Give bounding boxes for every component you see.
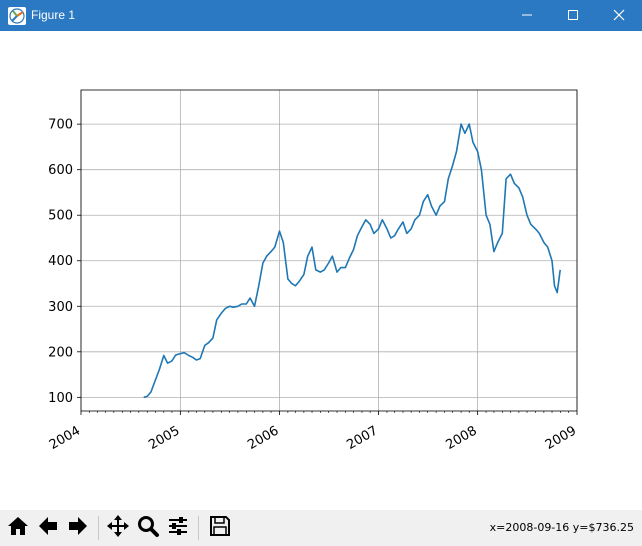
back-button[interactable]: [34, 514, 62, 542]
close-button[interactable]: [596, 0, 642, 31]
home-icon: [6, 514, 30, 542]
maximize-button[interactable]: [550, 0, 596, 31]
y-tick-label: 300: [48, 300, 73, 315]
line-chart: 2004 2005 2006 2007 2008 2009 100 200 300 400 500 6…: [47, 89, 579, 453]
x-tick-label: 2009: [543, 423, 579, 453]
save-button[interactable]: [206, 514, 234, 542]
cursor-coordinates: x=2008-09-16 y=$736.25: [489, 521, 634, 534]
forward-button[interactable]: [64, 514, 92, 542]
sliders-icon: [166, 514, 190, 542]
toolbar-separator: [98, 516, 99, 540]
y-tick-label: 700: [48, 118, 73, 133]
y-tick-label: 400: [48, 254, 73, 269]
window-titlebar: Figure 1: [0, 0, 642, 31]
arrow-left-icon: [36, 514, 60, 542]
maximize-icon: [567, 6, 579, 25]
y-tick-label: 100: [48, 391, 73, 406]
y-tick-label: 600: [48, 163, 73, 178]
magnifier-icon: [136, 514, 160, 542]
pan-button[interactable]: [104, 514, 132, 542]
minimize-icon: [521, 6, 533, 25]
arrow-right-icon: [66, 514, 90, 542]
x-tick-label: 2005: [146, 423, 182, 453]
navigation-toolbar: x=2008-09-16 y=$736.25: [0, 510, 642, 546]
move-icon: [106, 514, 130, 542]
window-title: Figure 1: [31, 8, 76, 22]
y-tick-label: 500: [48, 209, 73, 224]
floppy-disk-icon: [208, 514, 232, 542]
figure-canvas[interactable]: 2004 2005 2006 2007 2008 2009 100 200 300 400 500 6…: [0, 31, 642, 510]
minimize-button[interactable]: [504, 0, 550, 31]
zoom-button[interactable]: [134, 514, 162, 542]
toolbar-separator: [198, 516, 199, 540]
x-tick-label: 2008: [443, 423, 479, 453]
x-tick-label: 2004: [47, 423, 83, 453]
axes-background: [81, 90, 577, 411]
close-icon: [613, 6, 625, 25]
matplotlib-app-icon: [8, 7, 26, 25]
x-tick-label: 2006: [245, 423, 281, 453]
x-tick-label: 2007: [344, 423, 380, 453]
configure-subplots-button[interactable]: [164, 514, 192, 542]
y-tick-label: 200: [48, 345, 73, 360]
home-button[interactable]: [4, 514, 32, 542]
